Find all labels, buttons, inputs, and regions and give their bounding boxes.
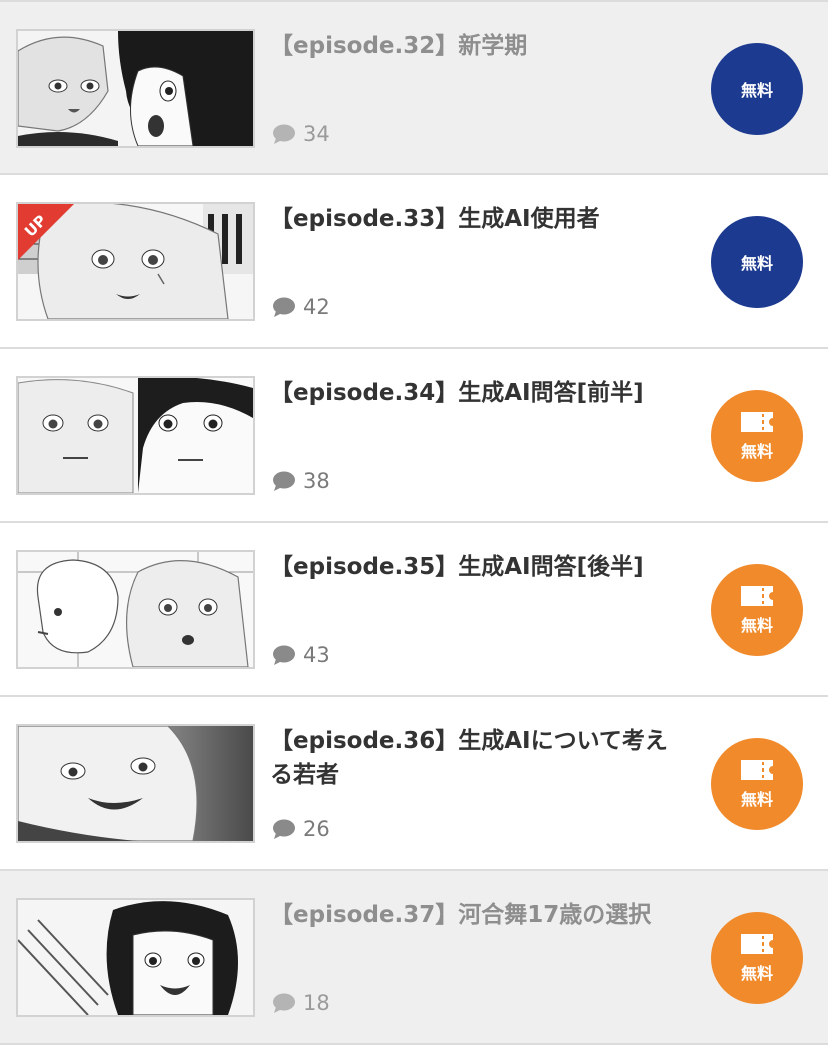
comment-count: 42 <box>272 295 330 319</box>
ticket-icon <box>741 585 773 606</box>
episode-row-35[interactable]: 【episode.35】生成AI問答[後半] 43 無料 <box>0 523 828 697</box>
episode-title: 【episode.32】新学期 <box>270 33 528 59</box>
badge-label: 無料 <box>740 81 773 100</box>
speech-bubble-icon <box>273 993 295 1013</box>
episode-row-34[interactable]: 【episode.34】生成AI問答[前半] 38 無料 <box>0 349 828 523</box>
speech-bubble-icon <box>273 819 295 839</box>
badge-label: 無料 <box>740 789 773 809</box>
episode-row-37[interactable]: 【episode.37】河合舞17歳の選択 18 無料 <box>0 871 828 1045</box>
free-badge-button[interactable]: 無料 <box>711 43 803 135</box>
comment-count: 26 <box>272 817 330 841</box>
badge-label: 無料 <box>740 615 773 635</box>
episode-title: 【episode.33】生成AI使用者 <box>270 206 600 232</box>
episode-title: 【episode.37】河合舞17歳の選択 <box>270 902 652 928</box>
badge-label: 無料 <box>740 441 773 461</box>
ticket-icon <box>741 411 773 432</box>
up-badge: UP <box>18 204 78 264</box>
episode-thumbnail <box>16 376 255 495</box>
episode-title: 【episode.35】生成AI問答[後半] <box>270 554 644 580</box>
comment-count-value: 26 <box>303 817 330 841</box>
comment-count: 38 <box>272 469 330 493</box>
episode-row-32[interactable]: 【episode.32】新学期 34 無料 <box>0 0 828 175</box>
episode-thumbnail <box>16 898 255 1017</box>
ticket-badge-button[interactable]: 無料 <box>711 912 803 1004</box>
badge-label: 無料 <box>740 963 773 983</box>
badge-label: 無料 <box>740 254 773 273</box>
ticket-icon <box>741 933 773 954</box>
episode-row-36[interactable]: 【episode.36】生成AIについて考える若者 26 無料 <box>0 697 828 871</box>
ticket-badge-button[interactable]: 無料 <box>711 738 803 830</box>
episode-thumbnail: UP <box>16 202 255 321</box>
free-badge-button[interactable]: 無料 <box>711 216 803 308</box>
comment-count-value: 34 <box>303 122 330 146</box>
episode-thumbnail <box>16 29 255 148</box>
speech-bubble-icon <box>273 297 295 317</box>
episode-title: 【episode.36】生成AIについて考える若者 <box>270 728 668 788</box>
comment-count: 43 <box>272 643 330 667</box>
comment-count-value: 18 <box>303 991 330 1015</box>
episode-list: 【episode.32】新学期 34 無料 UP 【episode.33】生成A… <box>0 0 828 1045</box>
speech-bubble-icon <box>273 645 295 665</box>
comment-count-value: 38 <box>303 469 330 493</box>
ticket-badge-button[interactable]: 無料 <box>711 390 803 482</box>
comment-count-value: 42 <box>303 295 330 319</box>
ticket-badge-button[interactable]: 無料 <box>711 564 803 656</box>
speech-bubble-icon <box>273 124 295 144</box>
comment-count: 18 <box>272 991 330 1015</box>
comment-count: 34 <box>272 122 330 146</box>
speech-bubble-icon <box>273 471 295 491</box>
episode-title: 【episode.34】生成AI問答[前半] <box>270 380 644 406</box>
episode-thumbnail <box>16 724 255 843</box>
ticket-icon <box>741 759 773 780</box>
comment-count-value: 43 <box>303 643 330 667</box>
episode-row-33[interactable]: UP 【episode.33】生成AI使用者 42 無料 <box>0 175 828 349</box>
episode-thumbnail <box>16 550 255 669</box>
